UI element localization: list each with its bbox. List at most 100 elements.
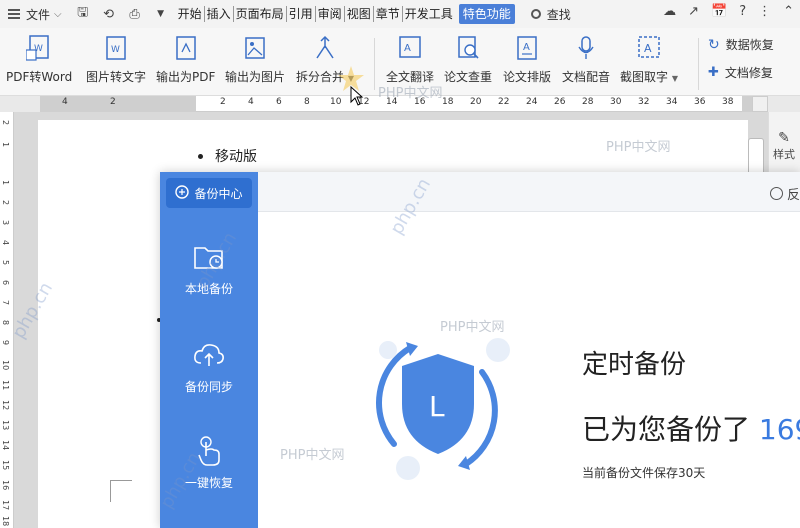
ruler-number: 2 xyxy=(110,97,116,107)
export-pdf-label: 输出为PDF xyxy=(156,70,216,84)
feedback-icon xyxy=(769,187,783,200)
tab-page-layout[interactable]: 页面布局 xyxy=(234,6,287,22)
translate-button[interactable]: A 全文翻译 xyxy=(386,34,434,85)
ruler-number: 20 xyxy=(470,97,482,107)
backup-shield-illustration: L xyxy=(358,332,518,485)
data-recovery-button[interactable]: ↻ 数据恢复 xyxy=(708,36,774,53)
screenshot-text-button[interactable]: A 截图取字 ▼ xyxy=(620,34,678,85)
vruler-number: 7 xyxy=(1,300,10,306)
more-dropdown-icon[interactable]: ▼ xyxy=(152,5,170,23)
ribbon-tabs: 开始 插入 页面布局 引用 审阅 视图 章节 开发工具 特色功能 xyxy=(176,0,515,28)
vruler-number: 6 xyxy=(1,280,10,286)
ribbon-divider xyxy=(374,38,375,90)
cloud-upload-icon xyxy=(194,344,224,366)
ruler-number: 4 xyxy=(248,97,254,107)
svg-text:A: A xyxy=(404,43,411,54)
vruler-number: 4 xyxy=(1,240,10,246)
image-to-text-label: 图片转文字 xyxy=(86,70,147,84)
style-icon: ✎ xyxy=(778,130,790,146)
dub-icon xyxy=(573,34,599,62)
vruler-number: 8 xyxy=(1,320,10,326)
help-icon[interactable]: ? xyxy=(739,4,746,19)
share-icon[interactable]: ↗ xyxy=(688,4,699,19)
pdf-to-word-button[interactable]: W PDF转Word xyxy=(6,34,72,85)
ruler-toggle-button[interactable] xyxy=(752,96,768,112)
paper-format-button[interactable]: A 论文排版 xyxy=(503,34,551,85)
vruler-number: 2 xyxy=(1,200,10,206)
svg-text:A: A xyxy=(523,42,530,53)
tab-special-features[interactable]: 特色功能 xyxy=(458,4,515,24)
vruler-number: 3 xyxy=(1,220,10,226)
plagiarism-check-button[interactable]: 论文查重 xyxy=(444,34,492,85)
dub-button[interactable]: 文档配音 xyxy=(562,34,610,85)
chevron-down-icon: ⌵ xyxy=(54,8,62,20)
ruler-number: 4 xyxy=(62,97,68,107)
ruler-number: 32 xyxy=(638,97,650,107)
more-icon[interactable]: ⋮ xyxy=(758,4,771,19)
menu-bar: 文件 ⌵ 🖫 ⟲ ⎙ ▼ 开始 插入 页面布局 引用 审阅 视图 章节 开发工具… xyxy=(0,0,800,28)
print-icon[interactable]: ⎙ xyxy=(126,5,144,23)
export-pdf-button[interactable]: 输出为PDF xyxy=(156,34,215,85)
tab-developer[interactable]: 开发工具 xyxy=(403,6,455,22)
backup-center-icon xyxy=(175,184,190,202)
dialog-top-bar: 反 xyxy=(258,172,800,212)
page-margin-marker xyxy=(110,480,132,502)
ruler-number: 28 xyxy=(582,97,594,107)
search-command[interactable]: 查找 xyxy=(530,6,571,23)
file-menu-label: 文件 xyxy=(26,7,51,22)
paper-format-icon: A xyxy=(514,34,540,62)
ruler-number: 36 xyxy=(694,97,706,107)
backup-count-number: 169 xyxy=(758,413,800,446)
export-image-button[interactable]: 输出为图片 xyxy=(225,34,285,85)
export-pdf-icon xyxy=(173,34,199,62)
backup-center-dialog: 备份中心 本地备份 备份同步 一键恢复 反 L 定时备份 已为您备份了 16 当… xyxy=(160,172,800,528)
tab-view[interactable]: 视图 xyxy=(345,6,374,22)
screenshot-text-icon: A xyxy=(636,34,662,62)
ruler-number: 26 xyxy=(554,97,566,107)
data-recovery-label: 数据恢复 xyxy=(725,38,774,52)
calendar-icon[interactable]: 📅 xyxy=(711,4,727,19)
save-icon[interactable]: 🖫 xyxy=(74,5,92,23)
backup-center-label: 备份中心 xyxy=(194,186,243,201)
style-pane-button[interactable]: ✎ 样式 xyxy=(773,130,795,162)
collapse-ribbon-icon[interactable]: ⌃ xyxy=(783,4,794,19)
scheduled-backup-title: 定时备份 xyxy=(582,350,687,380)
file-menu[interactable]: 文件 ⌵ xyxy=(0,6,68,23)
cloud-sync-icon[interactable]: ☁ xyxy=(663,4,676,19)
backup-center-button[interactable]: 备份中心 xyxy=(166,178,252,208)
feedback-button[interactable]: 反 xyxy=(769,184,800,203)
sidebar-item-backup-sync[interactable]: 备份同步 xyxy=(160,338,258,395)
retention-note: 当前备份文件保存30天 xyxy=(582,466,706,480)
style-label: 样式 xyxy=(773,148,795,161)
tab-review[interactable]: 审阅 xyxy=(316,6,345,22)
ruler-margin-right xyxy=(742,96,752,112)
vruler-number: 14 xyxy=(1,440,10,451)
backup-count-text: 已为您备份了 169 xyxy=(582,408,800,448)
ribbon-divider xyxy=(698,38,699,90)
image-to-text-button[interactable]: W 图片转文字 xyxy=(86,34,146,85)
window-controls: ☁ ↗ 📅 ? ⋮ ⌃ xyxy=(663,4,794,19)
shield-letter: L xyxy=(429,390,445,423)
tab-home[interactable]: 开始 xyxy=(176,6,205,22)
doc-repair-button[interactable]: ✚ 文档修复 xyxy=(708,64,773,81)
plagiarism-check-icon xyxy=(455,34,481,62)
svg-text:A: A xyxy=(644,42,652,55)
doc-repair-icon: ✚ xyxy=(708,65,719,80)
vruler-number: 5 xyxy=(1,260,10,266)
vruler-number: 1 xyxy=(1,142,10,148)
pdf-to-word-label: PDF转Word xyxy=(6,70,73,84)
watermark: PHP中文网 xyxy=(280,448,345,463)
vruler-number: 13 xyxy=(1,420,10,431)
watermark: PHP中文网 xyxy=(606,140,671,155)
click-highlight-icon xyxy=(336,64,366,97)
tab-insert[interactable]: 插入 xyxy=(205,6,234,22)
doc-repair-label: 文档修复 xyxy=(724,66,773,80)
tab-section[interactable]: 章节 xyxy=(374,6,403,22)
vruler-number: 12 xyxy=(1,400,10,411)
format-painter-icon[interactable]: ⟲ xyxy=(100,5,118,23)
ruler-number: 6 xyxy=(276,97,282,107)
ruler-number: 22 xyxy=(498,97,510,107)
tab-references[interactable]: 引用 xyxy=(287,6,316,22)
plagiarism-check-label: 论文查重 xyxy=(444,70,493,84)
quick-access-toolbar: 🖫 ⟲ ⎙ ▼ xyxy=(68,5,176,23)
